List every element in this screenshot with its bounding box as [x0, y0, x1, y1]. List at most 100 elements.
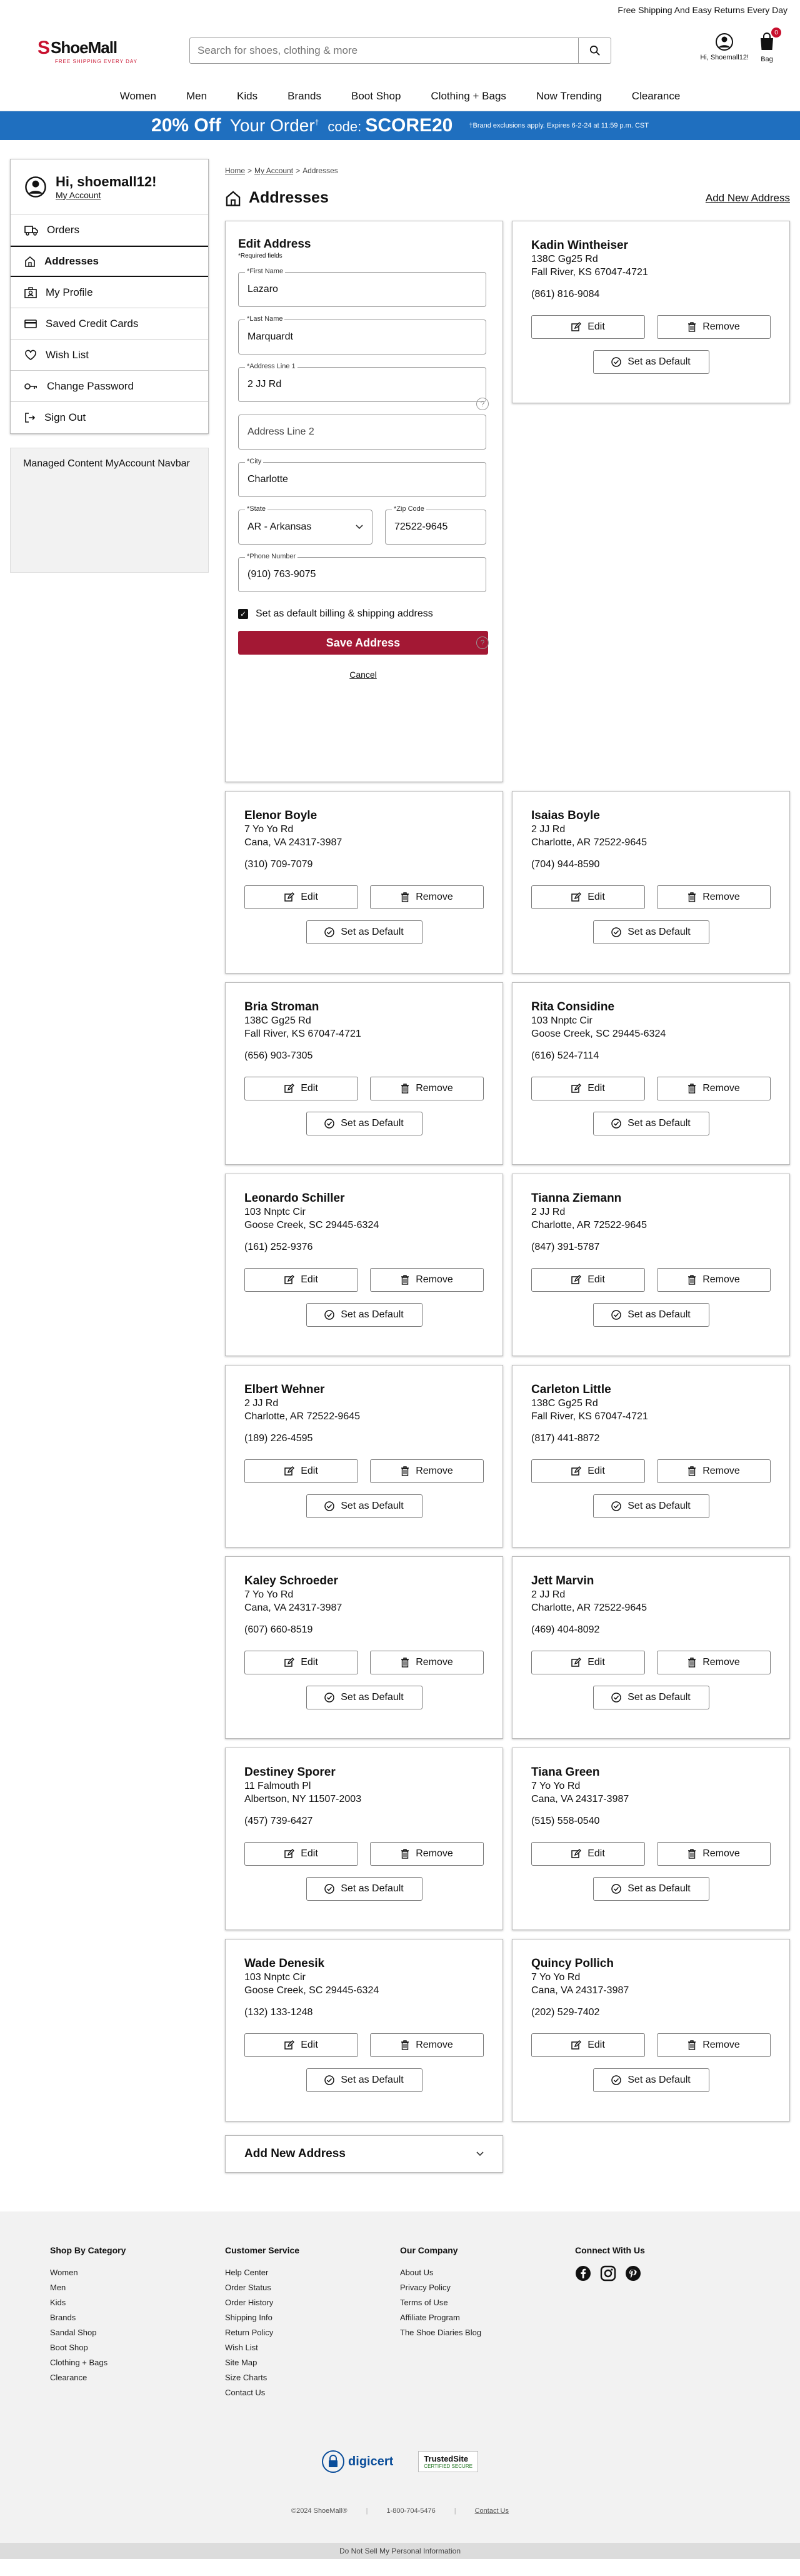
footer-link[interactable]: Sandal Shop [50, 2325, 225, 2340]
footer-link[interactable]: Wish List [225, 2340, 400, 2355]
edit-button[interactable]: Edit [531, 2033, 645, 2057]
sidebar-item-wish-list[interactable]: Wish List [11, 340, 208, 371]
footer-link[interactable]: Site Map [225, 2355, 400, 2370]
nav-clothing-bags[interactable]: Clothing + Bags [416, 90, 521, 103]
footer-link[interactable]: Clothing + Bags [50, 2355, 225, 2370]
remove-button[interactable]: Remove [370, 1651, 484, 1674]
footer-link[interactable]: Order Status [225, 2280, 400, 2295]
edit-button[interactable]: Edit [244, 1268, 358, 1292]
digicert-seal[interactable]: digicert [322, 2449, 393, 2474]
sidebar-item-profile[interactable]: My Profile [11, 277, 208, 308]
help-icon[interactable]: ? [476, 398, 489, 410]
nav-clearance[interactable]: Clearance [617, 90, 696, 103]
set-default-button[interactable]: Set as Default [592, 920, 709, 944]
instagram-icon[interactable] [600, 2265, 616, 2282]
set-default-button[interactable]: Set as Default [306, 1877, 422, 1901]
search-input[interactable] [190, 38, 578, 63]
state-select[interactable]: *State AR - Arkansas [238, 505, 372, 545]
edit-button[interactable]: Edit [531, 1459, 645, 1483]
cancel-link[interactable]: Cancel [238, 670, 488, 680]
promo-banner[interactable]: 20% Off Your Order† code: SCORE20 †Brand… [0, 111, 800, 140]
footer-link[interactable]: Return Policy [225, 2325, 400, 2340]
trustedsite-seal[interactable]: TrustedSite CERTIFIED SECURE [418, 2451, 478, 2472]
footer-phone[interactable]: 1-800-704-5476 [386, 2507, 435, 2515]
remove-button[interactable]: Remove [370, 1077, 484, 1100]
save-address-button[interactable]: Save Address [238, 631, 488, 655]
nav-kids[interactable]: Kids [222, 90, 272, 103]
edit-button[interactable]: Edit [531, 885, 645, 909]
set-default-button[interactable]: Set as Default [306, 1494, 422, 1518]
address-line-1-field[interactable]: *Address Line 1 2 JJ Rd [238, 363, 486, 402]
edit-button[interactable]: Edit [531, 1842, 645, 1866]
remove-button[interactable]: Remove [370, 1268, 484, 1292]
edit-button[interactable]: Edit [531, 315, 645, 339]
breadcrumb-my-account[interactable]: My Account [254, 166, 293, 175]
edit-button[interactable]: Edit [244, 1077, 358, 1100]
add-new-address-panel[interactable]: Add New Address [225, 2135, 503, 2173]
edit-button[interactable]: Edit [244, 1651, 358, 1674]
remove-button[interactable]: Remove [657, 2033, 771, 2057]
set-default-button[interactable]: Set as Default [592, 1686, 709, 1709]
breadcrumb-home[interactable]: Home [225, 166, 245, 175]
set-default-button[interactable]: Set as Default [306, 1686, 422, 1709]
footer-link[interactable]: Women [50, 2265, 225, 2280]
footer-contact-link[interactable]: Contact Us [475, 2507, 509, 2515]
address-line-2-field[interactable]: Address Line 2 [238, 415, 486, 450]
last-name-field[interactable]: *Last Name Marquardt [238, 315, 486, 355]
footer-link[interactable]: Brands [50, 2310, 225, 2325]
phone-field[interactable]: *Phone Number (910) 763-9075 [238, 553, 486, 592]
footer-link[interactable]: Terms of Use [400, 2295, 575, 2310]
sidebar-item-change-password[interactable]: Change Password [11, 371, 208, 402]
footer-link[interactable]: The Shoe Diaries Blog [400, 2325, 575, 2340]
remove-button[interactable]: Remove [657, 1077, 771, 1100]
nav-men[interactable]: Men [171, 90, 222, 103]
first-name-field[interactable]: *First Name Lazaro [238, 268, 486, 307]
edit-button[interactable]: Edit [531, 1651, 645, 1674]
default-address-checkbox[interactable]: ✓ Set as default billing & shipping addr… [238, 608, 490, 620]
footer-link[interactable]: Men [50, 2280, 225, 2295]
zip-code-field[interactable]: *Zip Code 72522-9645 [385, 505, 486, 545]
remove-button[interactable]: Remove [657, 885, 771, 909]
edit-button[interactable]: Edit [244, 1459, 358, 1483]
footer-link[interactable]: Kids [50, 2295, 225, 2310]
footer-link[interactable]: Size Charts [225, 2370, 400, 2385]
set-default-button[interactable]: Set as Default [592, 350, 709, 374]
sidebar-item-sign-out[interactable]: Sign Out [11, 402, 208, 433]
set-default-button[interactable]: Set as Default [306, 920, 422, 944]
footer-link[interactable]: About Us [400, 2265, 575, 2280]
footer-link[interactable]: Contact Us [225, 2385, 400, 2400]
footer-link[interactable]: Order History [225, 2295, 400, 2310]
set-default-button[interactable]: Set as Default [306, 1303, 422, 1327]
remove-button[interactable]: Remove [657, 1651, 771, 1674]
edit-button[interactable]: Edit [531, 1077, 645, 1100]
add-new-address-link[interactable]: Add New Address [706, 192, 790, 204]
footer-link[interactable]: Boot Shop [50, 2340, 225, 2355]
city-field[interactable]: *City Charlotte [238, 458, 486, 497]
set-default-button[interactable]: Set as Default [592, 1494, 709, 1518]
footer-link[interactable]: Shipping Info [225, 2310, 400, 2325]
set-default-button[interactable]: Set as Default [592, 2068, 709, 2092]
nav-brands[interactable]: Brands [272, 90, 336, 103]
help-icon[interactable]: ? [476, 636, 489, 649]
remove-button[interactable]: Remove [370, 1842, 484, 1866]
set-default-button[interactable]: Set as Default [592, 1303, 709, 1327]
remove-button[interactable]: Remove [657, 1842, 771, 1866]
my-account-link[interactable]: My Account [56, 190, 101, 200]
search-button[interactable] [578, 38, 611, 63]
account-menu[interactable]: Hi, Shoemall12! [700, 33, 749, 63]
set-default-button[interactable]: Set as Default [592, 1112, 709, 1135]
remove-button[interactable]: Remove [370, 885, 484, 909]
remove-button[interactable]: Remove [657, 1268, 771, 1292]
pinterest-icon[interactable] [625, 2265, 641, 2282]
footer-link[interactable]: Help Center [225, 2265, 400, 2280]
edit-button[interactable]: Edit [244, 885, 358, 909]
sidebar-item-orders[interactable]: Orders [11, 214, 208, 246]
edit-button[interactable]: Edit [244, 2033, 358, 2057]
set-default-button[interactable]: Set as Default [592, 1877, 709, 1901]
remove-button[interactable]: Remove [657, 1459, 771, 1483]
footer-link[interactable]: Affiliate Program [400, 2310, 575, 2325]
sidebar-item-credit-cards[interactable]: Saved Credit Cards [11, 308, 208, 340]
edit-button[interactable]: Edit [531, 1268, 645, 1292]
remove-button[interactable]: Remove [657, 315, 771, 339]
nav-now-trending[interactable]: Now Trending [521, 90, 617, 103]
